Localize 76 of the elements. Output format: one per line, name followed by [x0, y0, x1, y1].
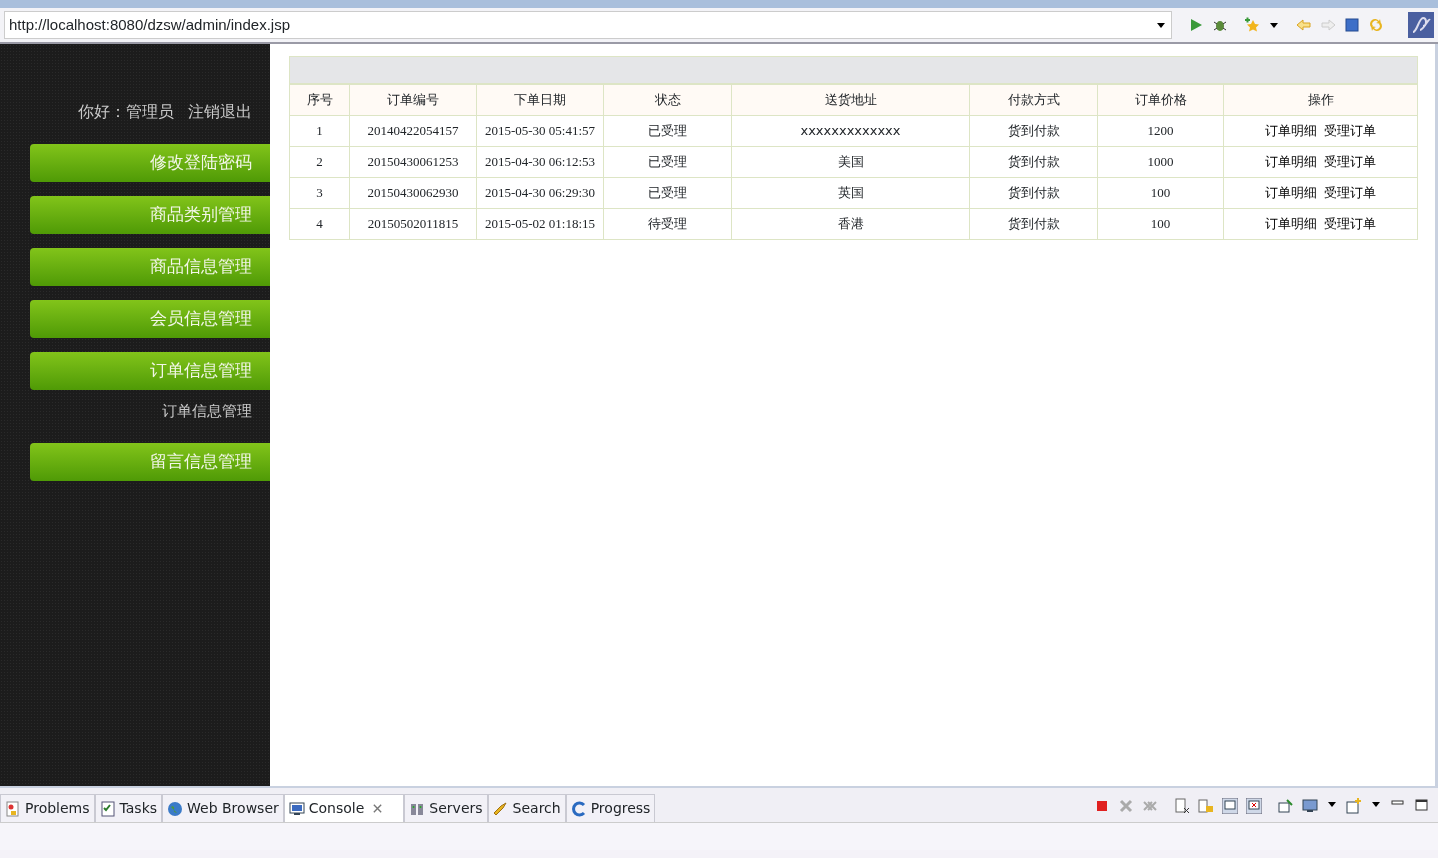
play-icon[interactable] [1188, 17, 1204, 33]
stop-icon[interactable] [1344, 17, 1360, 33]
table-cell: 已受理 [603, 146, 732, 178]
table-cell: 100 [1097, 208, 1224, 240]
column-header: 序号 [289, 84, 350, 116]
browser-view-icon [167, 800, 184, 817]
logout-link[interactable]: 注销退出 [188, 102, 252, 121]
address-field[interactable]: http://localhost:8080/dzsw/admin/index.jsp [4, 11, 1172, 39]
table-cell: 货到付款 [969, 146, 1098, 178]
column-header: 订单编号 [349, 84, 477, 116]
table-cell: 货到付款 [969, 208, 1098, 240]
submenu-link[interactable]: 订单信息管理 [0, 400, 270, 423]
problems-view-icon [5, 800, 21, 817]
table-cell: 2015-04-30 06:12:53 [476, 146, 604, 178]
table-cell: 20140422054157 [349, 115, 477, 147]
view-tab[interactable]: Console [283, 794, 405, 822]
column-header: 订单价格 [1097, 84, 1224, 116]
order-detail-link[interactable]: 订单明细 [1264, 185, 1317, 201]
table-cell: 待受理 [603, 208, 732, 240]
display-icon[interactable] [1302, 798, 1318, 814]
table-cell: 1200 [1097, 115, 1224, 147]
table-cell: 已受理 [603, 115, 732, 147]
table-cell: 1 [289, 115, 350, 147]
column-header: 状态 [603, 84, 732, 116]
accept-order-link[interactable]: 受理订单 [1324, 123, 1377, 139]
pin-icon[interactable] [1278, 798, 1294, 814]
greeting-text: 你好：管理员 [78, 102, 174, 121]
table-cell: 20150430061253 [349, 146, 477, 178]
tasks-view-icon [99, 800, 116, 817]
show-output-icon[interactable] [1222, 798, 1238, 814]
terminate-icon[interactable] [1094, 798, 1110, 814]
table-cell: 2015-04-30 06:29:30 [476, 177, 604, 209]
view-tab[interactable]: Web Browser [162, 794, 284, 822]
table-cell: 2 [289, 146, 350, 178]
table-cell: 英国 [731, 177, 970, 209]
column-header: 操作 [1223, 84, 1418, 116]
column-header: 送货地址 [731, 84, 970, 116]
maximize-icon[interactable] [1414, 798, 1430, 814]
order-detail-link[interactable]: 订单明细 [1264, 123, 1317, 139]
table-cell: xxxxxxxxxxxxx [731, 115, 970, 147]
console-view-icon [288, 800, 305, 817]
search-view-icon [492, 800, 509, 817]
view-tab[interactable]: Tasks [94, 794, 163, 822]
table-cell: 已受理 [603, 177, 732, 209]
accept-order-link[interactable]: 受理订单 [1324, 154, 1377, 170]
table-cell: 货到付款 [969, 177, 1098, 209]
table-cell: 3 [289, 177, 350, 209]
table-cell: 20150430062930 [349, 177, 477, 209]
order-detail-link[interactable]: 订单明细 [1264, 154, 1317, 170]
url-text: http://localhost:8080/dzsw/admin/index.jsp [9, 15, 290, 35]
accept-order-link[interactable]: 受理订单 [1324, 216, 1377, 232]
view-tab[interactable]: Problems [0, 794, 95, 822]
star-icon[interactable] [1244, 17, 1260, 33]
view-tab[interactable]: Progress [565, 794, 656, 822]
column-header: 下单日期 [476, 84, 604, 116]
table-cell: 100 [1097, 177, 1224, 209]
accept-order-link[interactable]: 受理订单 [1324, 185, 1377, 201]
table-cell: 2015-05-02 01:18:15 [476, 208, 604, 240]
table-cell: 4 [289, 208, 350, 240]
table-cell: 1000 [1097, 146, 1224, 178]
scroll-lock-icon[interactable] [1198, 798, 1214, 814]
new-console-icon[interactable] [1346, 798, 1362, 814]
table-cell: 货到付款 [969, 115, 1098, 147]
table-cell: 香港 [731, 208, 970, 240]
clear-console-icon[interactable] [1174, 798, 1190, 814]
view-tab[interactable]: Search [487, 794, 566, 822]
table-cell: 20150502011815 [349, 208, 477, 240]
view-tab[interactable]: Servers [404, 794, 488, 822]
column-header: 付款方式 [969, 84, 1098, 116]
close-icon[interactable] [372, 803, 384, 814]
show-error-icon[interactable] [1246, 798, 1262, 814]
table-cell: 2015-05-30 05:41:57 [476, 115, 604, 147]
table-cell: 美国 [731, 146, 970, 178]
progress-view-icon [570, 800, 587, 817]
order-detail-link[interactable]: 订单明细 [1264, 216, 1317, 232]
perspective-icon[interactable] [1408, 12, 1434, 38]
